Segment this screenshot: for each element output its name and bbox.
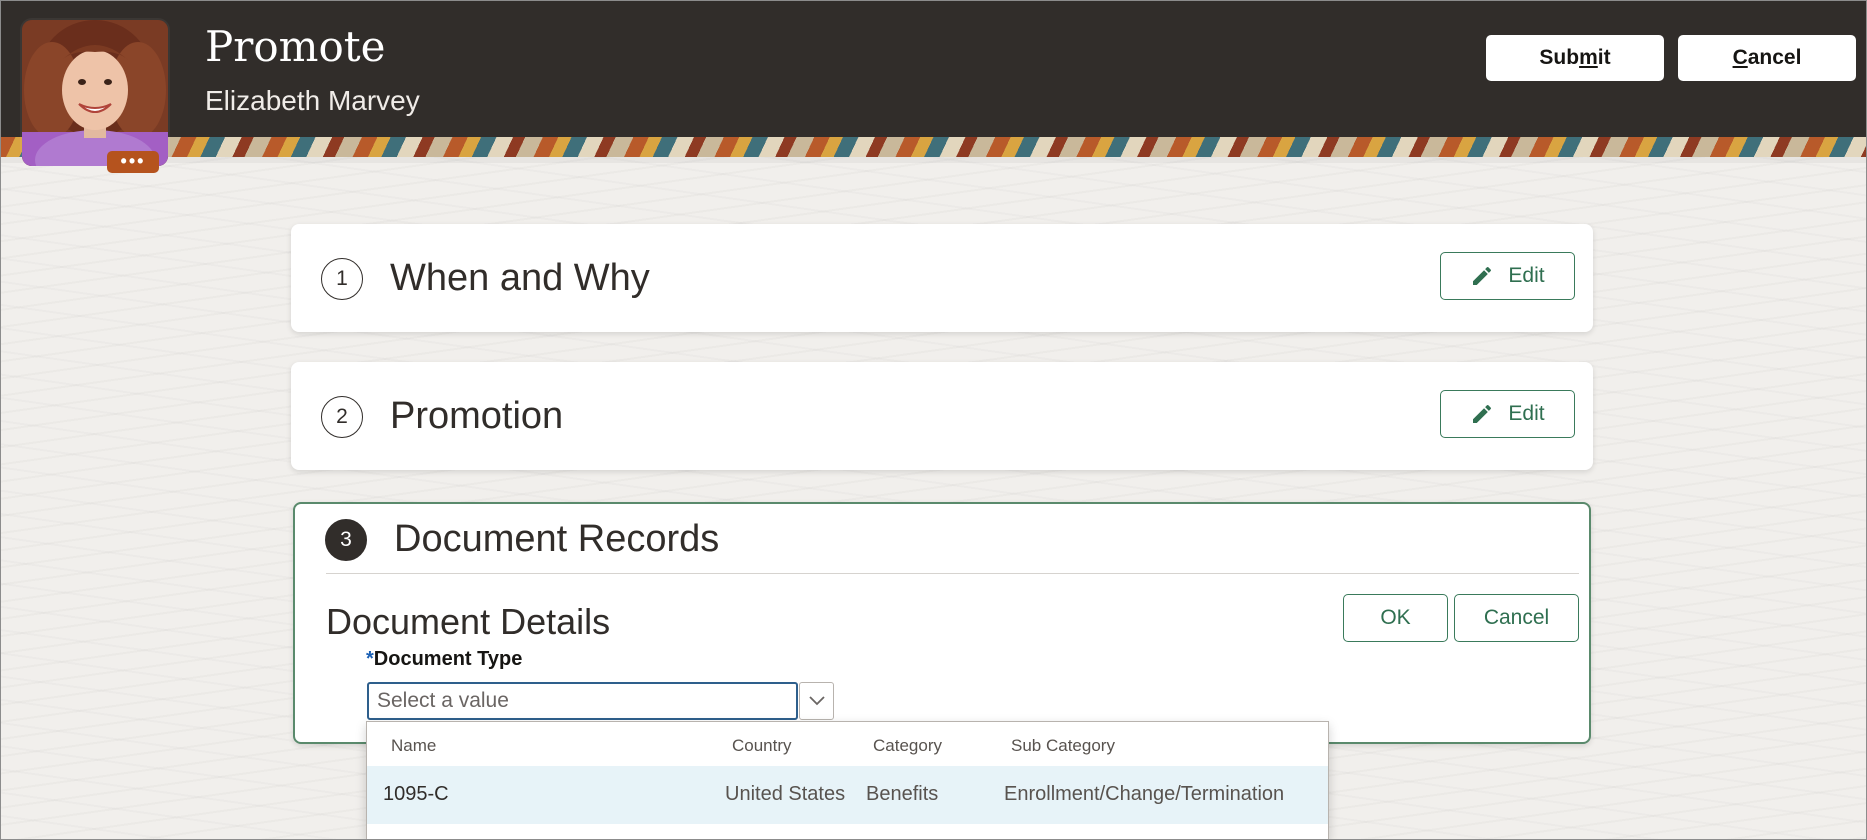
step-card-promotion: 2 Promotion Edit [291, 362, 1593, 470]
cell-category: Benefits [866, 783, 939, 805]
cell-country: United States [725, 783, 846, 805]
edit-label: Edit [1508, 264, 1545, 287]
document-cancel-button[interactable]: Cancel [1454, 594, 1579, 642]
avatar[interactable] [22, 20, 168, 166]
submit-label-end: it [1597, 46, 1611, 69]
submit-label-start: Sub [1539, 46, 1580, 69]
column-header-sub-category: Sub Category [1011, 736, 1115, 755]
chevron-down-icon [808, 696, 825, 706]
step-card-when-and-why: 1 When and Why Edit [291, 224, 1593, 332]
document-details-title: Document Details [326, 601, 611, 642]
step-number: 2 [321, 396, 363, 438]
step-number: 1 [321, 258, 363, 300]
document-type-label-text: Document Type [373, 648, 523, 670]
cancel-label-mnemonic: C [1732, 46, 1748, 69]
list-item[interactable]: 1095-C United States Benefits Enrollment… [367, 766, 1328, 824]
submit-label-mnemonic: m [1579, 46, 1598, 69]
document-type-input[interactable]: Select a value [367, 682, 798, 720]
pencil-icon [1473, 404, 1492, 423]
edit-when-and-why-button[interactable]: Edit [1440, 252, 1575, 300]
column-header-name: Name [391, 736, 437, 755]
step-title: Promotion [390, 395, 564, 437]
cell-name: 1095-C [383, 783, 449, 805]
required-marker: * [366, 648, 374, 670]
document-type-dropdown-toggle[interactable] [799, 682, 834, 720]
submit-button[interactable]: Sub m it [1486, 35, 1664, 81]
edit-promotion-button[interactable]: Edit [1440, 390, 1575, 438]
step-card-document-records: 3 Document Records Document Details OK C… [293, 502, 1591, 744]
cell-sub-category: Enrollment/Change/Termination [1004, 783, 1285, 805]
column-header-category: Category [873, 736, 942, 755]
person-name: Elizabeth Marvey [205, 85, 420, 116]
page-title: Promote [205, 22, 386, 71]
step-number: 3 [325, 519, 367, 561]
document-type-dropdown: Name Country Category Sub Category 1095-… [366, 721, 1329, 840]
avatar-photo [22, 20, 168, 166]
header-banner [0, 137, 1867, 157]
ok-button[interactable]: OK [1343, 594, 1448, 642]
banner-shadow [0, 157, 1867, 163]
pencil-icon [1473, 266, 1492, 285]
more-icon[interactable]: ••• [107, 151, 159, 173]
step-title: When and Why [390, 257, 650, 299]
section-divider [326, 573, 1579, 574]
cancel-button[interactable]: Cancel [1678, 35, 1856, 81]
edit-label: Edit [1508, 402, 1545, 425]
cancel-label-end: ancel [1747, 46, 1802, 69]
step-title: Document Records [394, 518, 720, 560]
column-header-country: Country [732, 736, 792, 755]
document-type-label: *Document Type [366, 648, 522, 671]
